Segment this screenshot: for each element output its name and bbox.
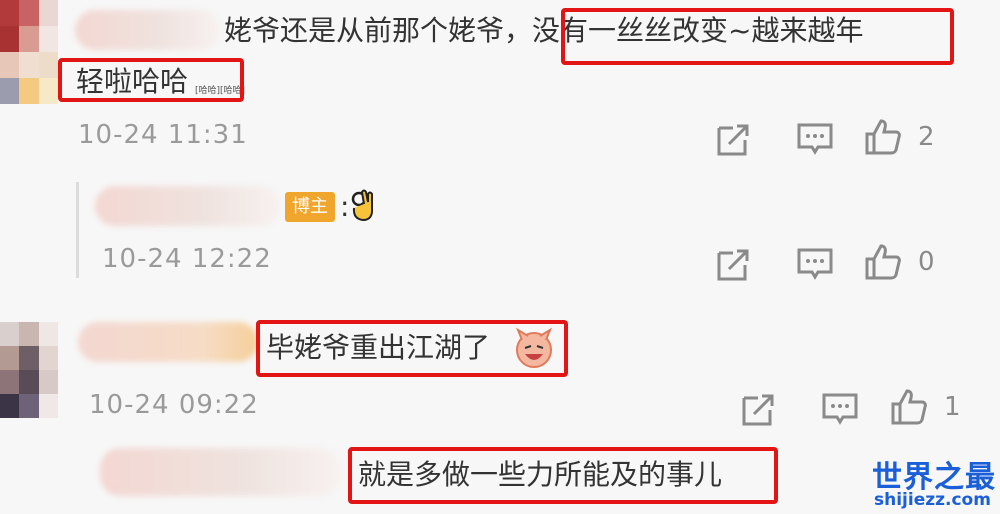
username-blurred[interactable]	[95, 186, 280, 226]
like-count: 1	[944, 392, 961, 422]
like-icon[interactable]	[890, 388, 928, 426]
like-icon[interactable]	[864, 243, 902, 281]
reply-timestamp: 10-24 12:22	[102, 244, 272, 274]
comment-icon[interactable]	[821, 390, 859, 428]
highlight-box	[58, 58, 244, 102]
username-blurred[interactable]	[78, 322, 258, 362]
like-icon[interactable]	[864, 118, 902, 156]
share-icon[interactable]	[740, 390, 778, 428]
share-icon[interactable]	[715, 120, 753, 158]
avatar[interactable]	[0, 0, 58, 104]
username-blurred[interactable]	[100, 448, 340, 496]
highlight-box	[348, 447, 778, 504]
highlight-box	[561, 8, 954, 65]
avatar[interactable]	[0, 322, 58, 418]
comment-timestamp: 10-24 11:31	[78, 120, 248, 150]
reply-divider	[76, 182, 79, 278]
username-blurred[interactable]	[75, 10, 220, 50]
author-badge: 博主	[285, 192, 335, 222]
watermark-url: shijiezz.com	[874, 490, 991, 510]
like-count: 0	[918, 247, 935, 277]
like-count: 2	[918, 122, 935, 152]
comment-icon[interactable]	[796, 245, 834, 283]
comment-timestamp: 10-24 09:22	[89, 390, 259, 420]
ok-hand-emoji-icon	[351, 189, 374, 222]
share-icon[interactable]	[715, 245, 753, 283]
reply-text: :	[340, 190, 350, 223]
highlight-box	[256, 320, 568, 377]
comment-icon[interactable]	[796, 120, 834, 158]
